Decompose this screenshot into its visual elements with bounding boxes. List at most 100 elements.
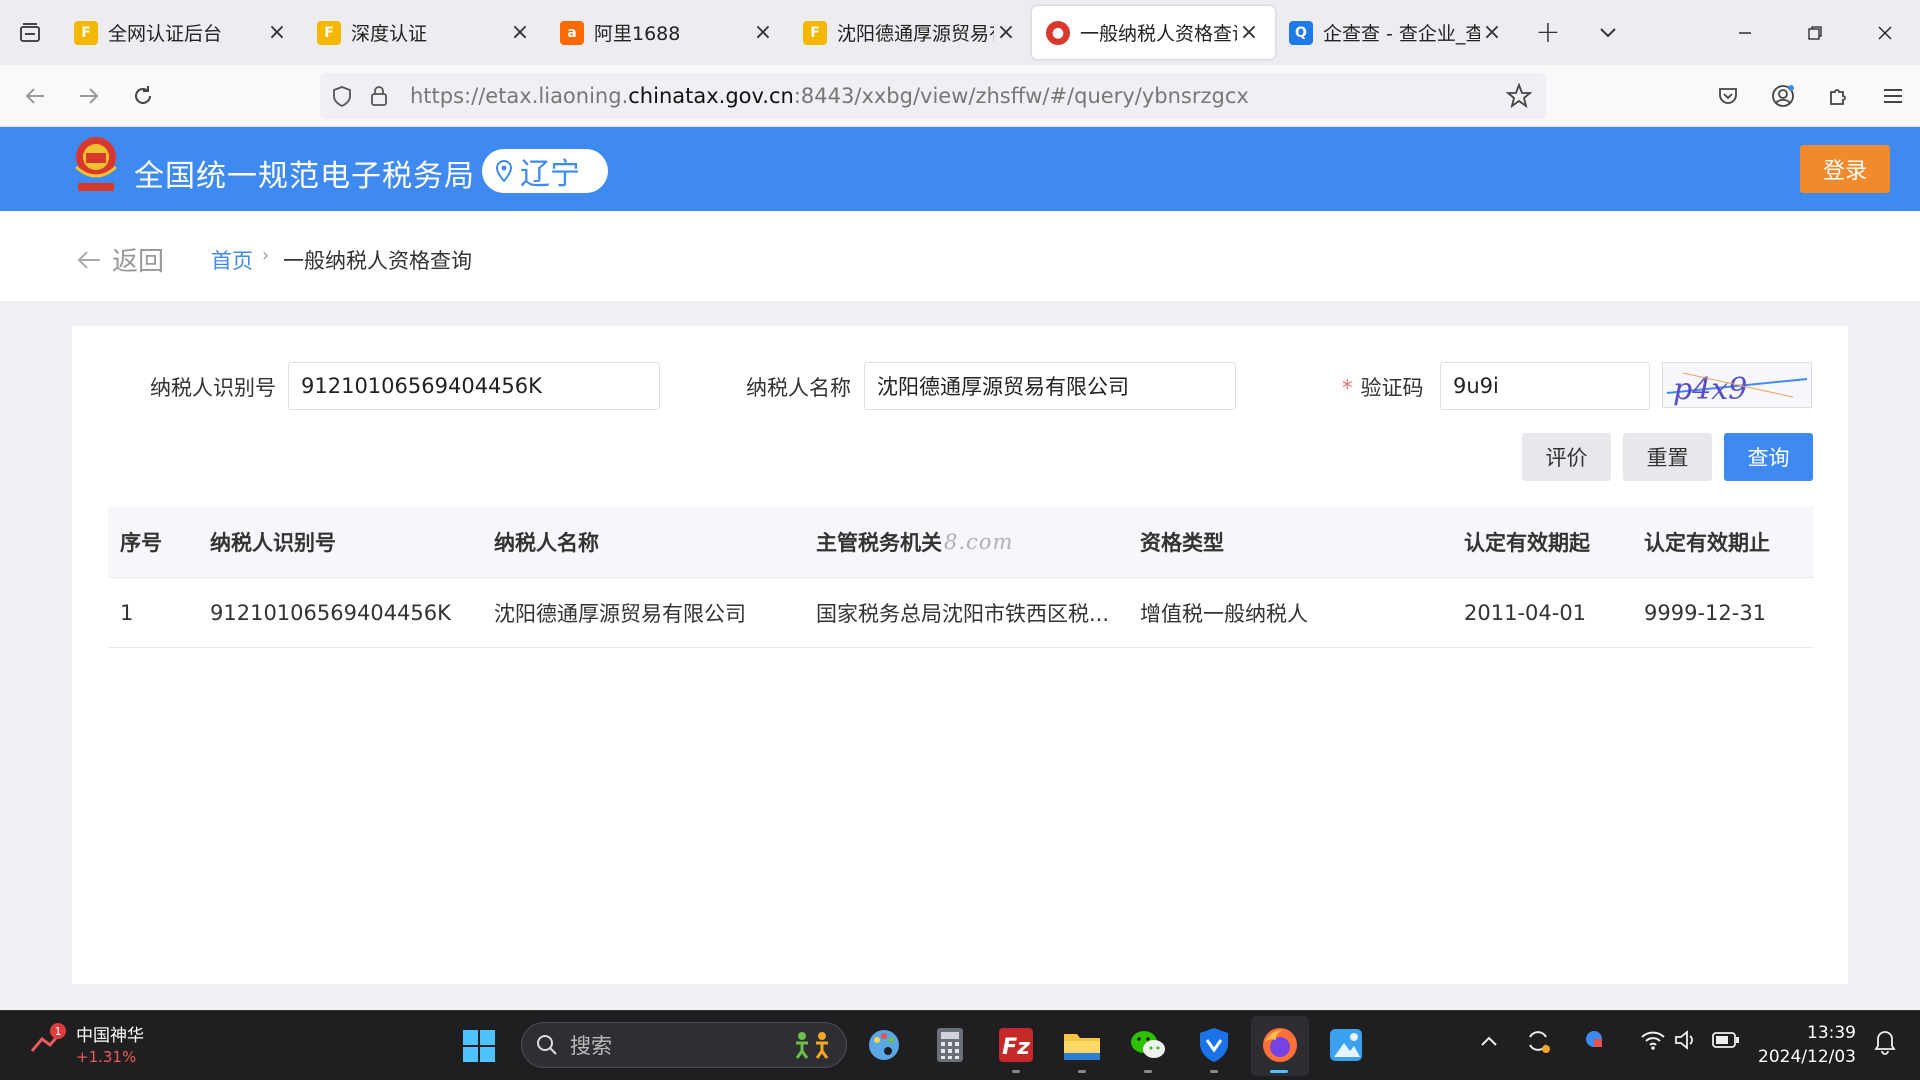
taxpayer-name-input[interactable] bbox=[864, 362, 1236, 410]
wifi-tray-icon[interactable] bbox=[1640, 1029, 1666, 1056]
battery-tray-icon[interactable] bbox=[1712, 1031, 1740, 1054]
accessibility-figures-icon bbox=[795, 1032, 829, 1059]
photos-app-icon[interactable] bbox=[1326, 1025, 1366, 1065]
cell-taxpayer-name: 沈阳德通厚源贸易有限公司 bbox=[494, 601, 746, 626]
list-all-tabs-button[interactable] bbox=[0, 0, 60, 65]
running-indicator bbox=[1210, 1070, 1218, 1073]
start-button[interactable] bbox=[462, 1029, 496, 1067]
chevron-up-icon bbox=[1481, 1036, 1497, 1046]
close-icon[interactable]: × bbox=[1237, 20, 1261, 45]
browser-tab[interactable]: F 深度认证 × bbox=[303, 6, 546, 59]
wifi-icon bbox=[1641, 1031, 1665, 1050]
wechat-icon bbox=[1131, 1031, 1165, 1058]
cell-tax-authority: 国家税务总局沈阳市铁西区税... bbox=[816, 601, 1110, 626]
system-clock[interactable]: 13:39 2024/12/03 bbox=[1758, 1021, 1856, 1069]
volume-tray-icon[interactable] bbox=[1674, 1029, 1698, 1056]
flag-icon: F bbox=[74, 20, 98, 45]
menu-button[interactable] bbox=[1865, 65, 1920, 127]
tab-title: 企查查 - 查企业_查 bbox=[1323, 23, 1480, 45]
security-app-icon[interactable] bbox=[1194, 1025, 1234, 1073]
browser-tab-active[interactable]: ● 一般纳税人资格查询 × bbox=[1032, 6, 1275, 59]
close-icon[interactable]: × bbox=[265, 20, 289, 45]
captcha-image[interactable]: p4x9 bbox=[1662, 362, 1812, 408]
close-icon[interactable]: × bbox=[508, 20, 532, 45]
cell-taxpayer-id: 91210106569404456K bbox=[210, 600, 451, 625]
paint-app-icon[interactable] bbox=[864, 1025, 904, 1065]
restore-button[interactable] bbox=[1780, 0, 1850, 65]
url-text: https://etax.liaoning.chinatax.gov.cn:84… bbox=[410, 84, 1249, 108]
firefox-app-icon[interactable] bbox=[1260, 1025, 1300, 1073]
running-indicator bbox=[1078, 1070, 1086, 1073]
browser-tab[interactable]: Q 企查查 - 查企业_查 × bbox=[1275, 6, 1518, 59]
browser-tab[interactable]: a 阿里1688 × bbox=[546, 6, 789, 59]
bookmark-star-icon[interactable] bbox=[1506, 83, 1532, 109]
restore-icon bbox=[1808, 25, 1822, 40]
browser-tab[interactable]: F 沈阳德通厚源贸易有 × bbox=[789, 6, 1032, 59]
minimize-button[interactable] bbox=[1710, 0, 1780, 65]
breadcrumb-separator: › bbox=[262, 245, 270, 266]
arrow-left-icon bbox=[77, 250, 100, 269]
file-explorer-app-icon[interactable] bbox=[1062, 1025, 1102, 1073]
back-link[interactable]: 返回 bbox=[76, 241, 164, 278]
taxpayer-id-input[interactable] bbox=[288, 362, 660, 410]
account-button[interactable] bbox=[1755, 65, 1810, 127]
breadcrumb-home-link[interactable]: 首页 bbox=[211, 245, 253, 275]
pocket-button[interactable] bbox=[1700, 65, 1755, 127]
reload-button[interactable] bbox=[116, 65, 170, 127]
tray-overflow-button[interactable] bbox=[1480, 1031, 1498, 1052]
cell-qualification-type: 增值税一般纳税人 bbox=[1140, 601, 1308, 626]
filezilla-app-icon[interactable]: Fz bbox=[996, 1025, 1036, 1073]
speaker-icon bbox=[1675, 1030, 1693, 1050]
breadcrumb-current: 一般纳税人资格查询 bbox=[283, 249, 472, 273]
lock-icon bbox=[371, 86, 387, 106]
stock-change: +1.31% bbox=[76, 1048, 137, 1066]
extensions-button[interactable] bbox=[1810, 65, 1865, 127]
tab-overflow-button[interactable] bbox=[1578, 0, 1638, 65]
column-header: 主管税务机关 bbox=[816, 530, 942, 555]
input-method-tray-icon[interactable] bbox=[1582, 1027, 1606, 1056]
cell-valid-from: 2011-04-01 bbox=[1464, 600, 1587, 625]
close-icon bbox=[1878, 26, 1892, 39]
tab-list-icon bbox=[20, 22, 40, 42]
stock-trend-icon: 1 bbox=[30, 1023, 66, 1052]
palette-icon bbox=[869, 1030, 899, 1060]
captcha-image-text: p4x9 bbox=[1673, 372, 1747, 407]
back-button[interactable] bbox=[8, 65, 62, 127]
close-icon[interactable]: × bbox=[994, 20, 1018, 45]
tab-title: 深度认证 bbox=[351, 23, 428, 45]
arrow-right-icon bbox=[80, 87, 99, 104]
query-button[interactable]: 查询 bbox=[1724, 433, 1813, 481]
calculator-app-icon[interactable] bbox=[930, 1025, 970, 1065]
hamburger-icon bbox=[1883, 89, 1902, 103]
captcha-input[interactable] bbox=[1440, 362, 1650, 410]
search-placeholder: 搜索 bbox=[570, 1034, 612, 1058]
flag-icon: F bbox=[803, 20, 827, 45]
taskbar-search[interactable]: 搜索 bbox=[521, 1022, 847, 1068]
watermark: 8.com bbox=[944, 529, 1014, 554]
address-bar[interactable]: https://etax.liaoning.chinatax.gov.cn:84… bbox=[320, 73, 1546, 119]
close-icon[interactable]: × bbox=[751, 20, 775, 45]
region-selector[interactable]: 辽宁 bbox=[482, 149, 608, 193]
forward-button[interactable] bbox=[62, 65, 116, 127]
url-suffix: :8443/xxbg/view/zhsffw/#/query/ybnsrzgcx bbox=[793, 84, 1249, 108]
new-tab-button[interactable]: + bbox=[1518, 0, 1578, 65]
shield-icon bbox=[333, 86, 351, 107]
sync-tray-icon[interactable] bbox=[1524, 1027, 1552, 1060]
close-window-button[interactable] bbox=[1850, 0, 1920, 65]
notification-button[interactable] bbox=[1874, 1029, 1896, 1060]
tax-emblem-icon: ● bbox=[1046, 20, 1070, 45]
stock-widget[interactable]: 1 中国神华 +1.31% bbox=[28, 1021, 144, 1066]
qichacha-icon: Q bbox=[1289, 20, 1313, 45]
browser-tab[interactable]: F 全网认证后台 × bbox=[60, 6, 303, 59]
minimize-icon bbox=[1739, 31, 1751, 34]
reset-button[interactable]: 重置 bbox=[1623, 433, 1712, 481]
cell-index: 1 bbox=[120, 600, 134, 625]
running-indicator bbox=[1144, 1070, 1152, 1073]
login-button[interactable]: 登录 bbox=[1800, 145, 1890, 193]
alibaba-icon: a bbox=[560, 20, 584, 45]
shield-icon bbox=[1200, 1028, 1228, 1062]
wechat-app-icon[interactable] bbox=[1128, 1025, 1168, 1073]
arrow-left-icon bbox=[25, 87, 44, 104]
evaluate-button[interactable]: 评价 bbox=[1522, 433, 1611, 481]
close-icon[interactable]: × bbox=[1480, 20, 1504, 45]
